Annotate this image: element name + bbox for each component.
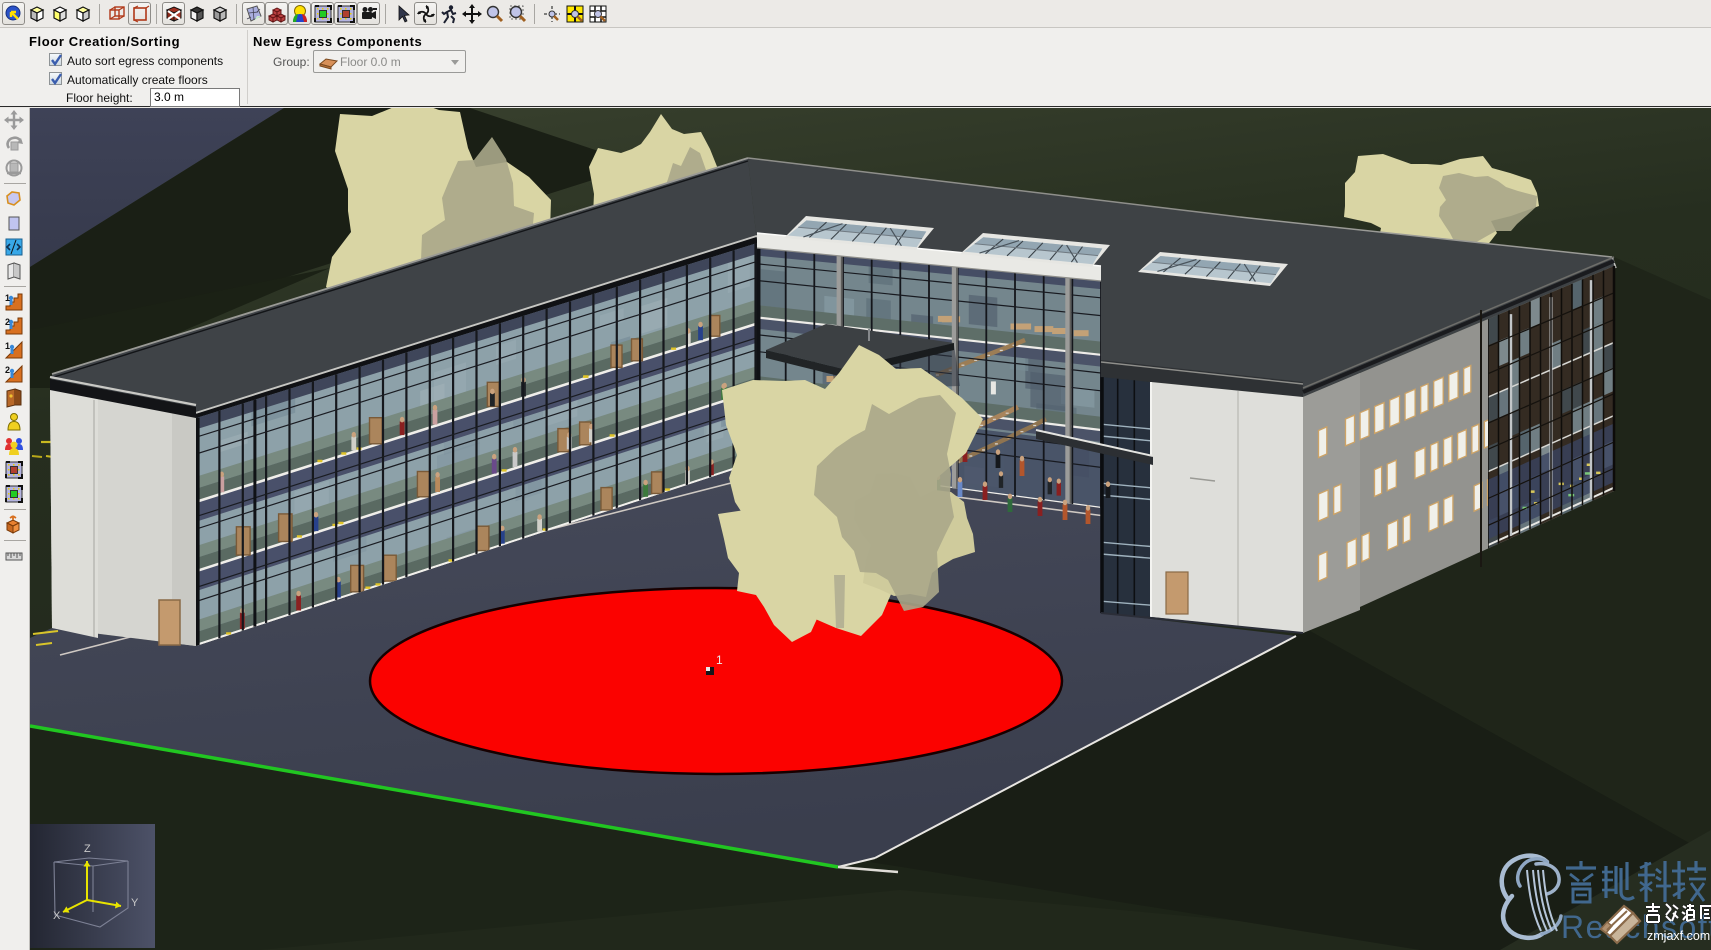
svg-text:zmjaxf.com: zmjaxf.com	[1647, 929, 1710, 943]
svg-text:1: 1	[5, 341, 10, 351]
svg-text:2: 2	[5, 365, 10, 375]
svg-text:2: 2	[5, 317, 10, 327]
svg-text:Y: Y	[131, 897, 139, 909]
svg-text:1: 1	[5, 293, 10, 303]
svg-text:Z: Z	[84, 843, 91, 855]
svg-text:X: X	[53, 910, 61, 922]
svg-text:1: 1	[716, 653, 723, 667]
